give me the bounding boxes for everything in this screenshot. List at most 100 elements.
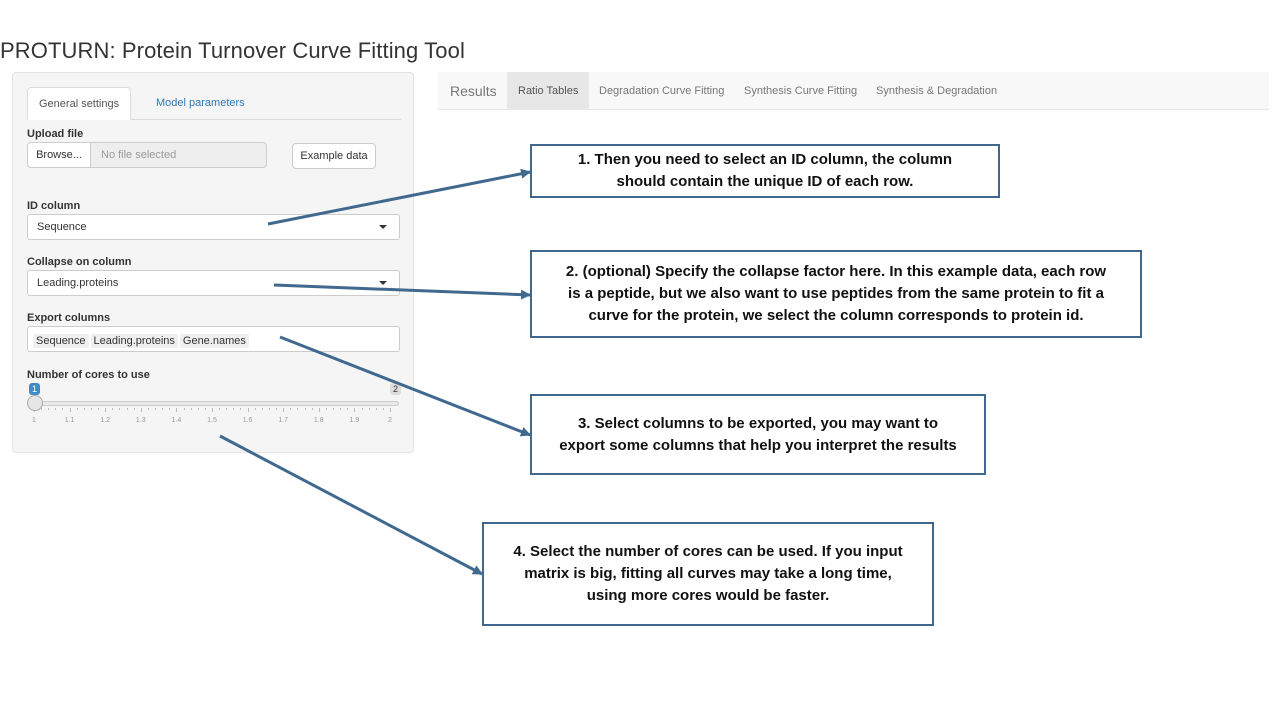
slider-tick-label: 1.5 — [207, 417, 217, 424]
slider-tick — [83, 408, 85, 410]
slider-tick-label: 2 — [388, 417, 392, 424]
file-name-field[interactable]: No file selected — [90, 142, 267, 168]
slider-tick — [98, 408, 100, 410]
slider-tick — [48, 408, 50, 410]
tab-degradation-curve-fitting[interactable]: Degradation Curve Fitting — [599, 72, 724, 110]
slider-tick — [268, 408, 270, 410]
slider-tick — [219, 408, 221, 410]
slider-tick — [297, 408, 299, 410]
slider-tick-label: 1.3 — [135, 417, 146, 424]
slider-tick — [247, 408, 249, 412]
slider-tick — [90, 408, 92, 410]
upload-file-label: Upload file — [27, 128, 84, 140]
slider-tick-label: 1 — [32, 417, 36, 424]
slider-tick-label: 1.7 — [278, 417, 289, 424]
tab-general-settings[interactable]: General settings — [27, 87, 132, 120]
slider-max-label: 2 — [390, 383, 402, 395]
slider-tick — [41, 408, 43, 410]
callout-line: 3. Select columns to be exported, you ma… — [577, 414, 939, 432]
slider-tick — [390, 408, 391, 412]
export-chip[interactable]: Gene.names — [179, 334, 249, 348]
slider-tick — [126, 408, 128, 410]
slider-tick — [375, 408, 377, 410]
slider-tick — [340, 408, 342, 410]
slider-tick — [112, 408, 114, 410]
export-chip[interactable]: Leading.proteins — [90, 334, 178, 348]
callout-line: curve for the protein, we select the col… — [588, 307, 1084, 324]
navbar-brand[interactable]: Results — [450, 72, 497, 110]
slider-tick — [190, 408, 192, 410]
slider-tick-label: 1.1 — [64, 417, 75, 424]
callout-line: using more cores would be faster. — [586, 587, 830, 604]
slider-tick — [261, 408, 263, 410]
slider-tick — [318, 408, 320, 412]
callout-line: 4. Select the number of cores can be use… — [513, 543, 903, 560]
slider-value-label: 1 — [29, 383, 41, 395]
slider-handle[interactable] — [27, 395, 43, 411]
slider-tick — [147, 408, 149, 410]
slider-tick — [233, 408, 235, 410]
arrow-to-cores-slider — [219, 434, 483, 576]
slider-tick — [240, 408, 242, 410]
results-navbar: Results Ratio Tables Degradation Curve F… — [438, 72, 1269, 110]
collapse-column-select[interactable]: Leading.proteins — [27, 270, 400, 296]
slider-tick-label: 1.6 — [242, 417, 253, 424]
slider-tick — [62, 408, 64, 410]
chevron-down-icon — [379, 225, 387, 229]
slider-tick — [197, 408, 199, 410]
slider-tick — [69, 408, 71, 412]
settings-tabs: General settings Model parameters — [27, 87, 401, 120]
cores-slider[interactable]: 1 2 1 1.1 1.2 1.3 1.4 1.5 1.6 1.7 1.8 1.9 2 — [27, 383, 403, 443]
id-column-value: Sequence — [37, 221, 87, 233]
slider-tick — [290, 408, 292, 410]
slider-tick — [76, 408, 78, 410]
slider-tick — [140, 408, 142, 412]
callout-cores: 4. Select the number of cores can be use… — [482, 522, 934, 626]
slider-tick — [105, 408, 107, 412]
collapse-column-value: Leading.proteins — [37, 277, 119, 289]
slider-tick — [311, 408, 313, 410]
callout-line: is a peptide, but we also want to use pe… — [568, 285, 1104, 302]
slider-tick — [133, 408, 135, 410]
slider-tick — [354, 408, 356, 412]
slider-tick — [333, 408, 335, 410]
tab-model-parameters[interactable]: Model parameters — [145, 87, 256, 119]
slider-tick — [169, 408, 171, 410]
slider-tick — [254, 408, 256, 410]
slider-tick — [368, 408, 370, 410]
tab-ratio-tables[interactable]: Ratio Tables — [507, 72, 590, 110]
callout-line: 1. Then you need to select an ID column,… — [577, 151, 953, 168]
callout-collapse-column: 2. (optional) Specify the collapse facto… — [530, 250, 1142, 338]
slider-track[interactable] — [33, 401, 399, 406]
tab-synthesis-degradation[interactable]: Synthesis & Degradation — [876, 72, 997, 110]
slider-tick-label: 1.4 — [171, 417, 182, 424]
export-columns-input[interactable]: Sequence Leading.proteins Gene.names — [27, 326, 400, 352]
id-column-select[interactable]: Sequence — [27, 214, 400, 240]
callout-line: 2. (optional) Specify the collapse facto… — [565, 263, 1107, 280]
slider-tick — [212, 408, 213, 412]
app-title: PROTURN: Protein Turnover Curve Fitting … — [0, 38, 465, 63]
slider-tick-label: 1.8 — [313, 417, 324, 424]
callout-line: export some columns that help you interp… — [559, 436, 957, 454]
callout-id-column: 1. Then you need to select an ID column,… — [530, 144, 1000, 198]
callout-line: matrix is big, fitting all curves may ta… — [524, 565, 892, 582]
sidebar-panel: General settings Model parameters Upload… — [12, 72, 414, 453]
slider-tick — [162, 408, 164, 410]
slider-tick — [382, 408, 384, 410]
slider-tick — [155, 408, 157, 410]
slider-tick — [204, 408, 206, 410]
id-column-label: ID column — [27, 200, 81, 212]
slider-tick-label: 1.2 — [100, 417, 111, 424]
cores-label: Number of cores to use — [27, 369, 150, 381]
tab-synthesis-curve-fitting[interactable]: Synthesis Curve Fitting — [744, 72, 857, 110]
slider-tick — [276, 408, 278, 410]
slider-tick — [304, 408, 306, 410]
export-chip[interactable]: Sequence — [33, 334, 89, 348]
callout-export-columns: 3. Select columns to be exported, you ma… — [530, 394, 986, 475]
browse-button[interactable]: Browse... — [27, 142, 91, 168]
example-data-button[interactable]: Example data — [292, 143, 376, 169]
slider-tick — [119, 408, 121, 410]
slider-tick — [283, 408, 285, 412]
slider-tick — [361, 408, 363, 410]
slider-tick — [176, 408, 178, 412]
